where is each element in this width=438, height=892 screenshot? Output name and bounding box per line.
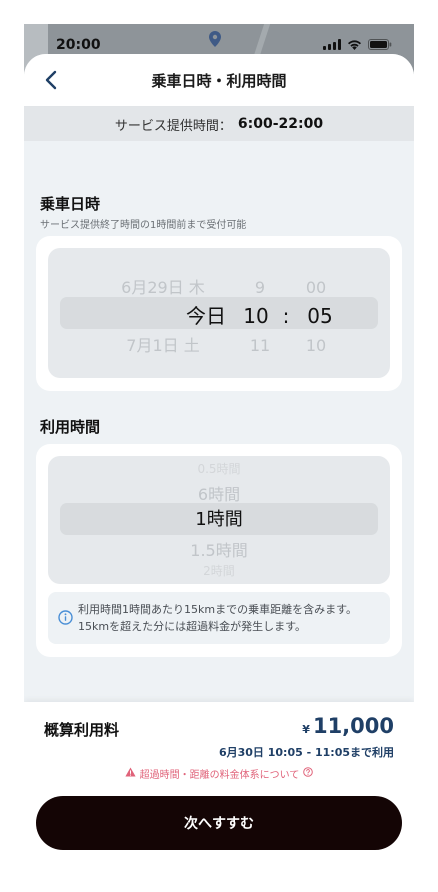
location-pin-icon: [209, 31, 221, 51]
picker-hour-selected: 10: [243, 304, 269, 328]
wifi-icon: [347, 39, 362, 50]
modal-sheet: 乗車日時・利用時間 サービス提供時間： 6:00-22:00 乗車日時 サービス…: [24, 54, 414, 868]
picker-option-selected[interactable]: 1時間: [48, 505, 390, 531]
picker-date: 7月1日 土: [126, 336, 200, 355]
picker-option[interactable]: 6時間: [48, 481, 390, 505]
battery-icon: [368, 39, 392, 50]
ride-datetime-subtitle: サービス提供終了時間の1時間前まで受付可能: [40, 220, 247, 231]
picker-separator: :: [282, 304, 290, 328]
notice-line: 利用時間1時間あたり15kmまでの乗車距離を含みます。: [78, 603, 357, 616]
picker-date: 6月29日 木: [121, 278, 205, 297]
estimate-price: ¥ 11,000: [302, 714, 394, 738]
picker-row-above[interactable]: 6月29日 木 9 00: [48, 274, 390, 298]
usage-time-picker[interactable]: 0.5時間 6時間 1時間 1.5時間 2時間: [48, 456, 390, 584]
currency-symbol: ¥: [302, 723, 310, 736]
usage-time-title: 利用時間: [40, 418, 101, 436]
picker-minute: 00: [305, 278, 327, 297]
notice-line: 15kmを超えた分には超過料金が発生します。: [78, 620, 306, 633]
picker-minute-selected: 05: [307, 304, 333, 328]
picker-row-selected[interactable]: 今日 10:05: [48, 300, 390, 329]
warning-icon: [125, 767, 136, 780]
usage-time-card: 0.5時間 6時間 1時間 1.5時間 2時間 利用時間1時間あたり15kmまで…: [36, 444, 402, 657]
usage-notice: 利用時間1時間あたり15kmまでの乗車距離を含みます。 15kmを超えた分には超…: [48, 592, 390, 644]
estimate-label: 概算利用料: [44, 721, 120, 739]
ride-datetime-title: 乗車日時: [40, 195, 101, 213]
signal-icon: [323, 39, 341, 50]
next-button[interactable]: 次へすすむ: [36, 796, 402, 850]
datetime-picker[interactable]: 6月29日 木 9 00 今日 10:05 7月1日 土 11 10: [48, 248, 390, 378]
price-value: 11,000: [312, 714, 394, 738]
status-time: 20:00: [56, 37, 101, 53]
ride-datetime-card: 6月29日 木 9 00 今日 10:05 7月1日 土 11 10: [36, 236, 402, 391]
picker-option[interactable]: 1.5時間: [48, 537, 390, 561]
status-icons: [323, 39, 392, 50]
phone-screen: 20:00 乗車日時・利用時間 サービス提供時間： 6:00-22:00 乗車日: [24, 24, 414, 868]
notice-text: 利用時間1時間あたり15kmまでの乗車距離を含みます。 15kmを超えた分には超…: [78, 601, 357, 635]
help-icon: [303, 767, 314, 780]
nav-bar: 乗車日時・利用時間: [24, 54, 414, 107]
picker-hour: 9: [254, 278, 266, 297]
service-hours-value: 6:00-22:00: [237, 116, 324, 132]
picker-minute: 10: [305, 336, 327, 355]
estimate-panel: 概算利用料 ¥ 11,000 6月30日 10:05 - 11:05まで利用 超…: [24, 702, 414, 868]
picker-option[interactable]: 0.5時間: [48, 460, 390, 477]
page-title: 乗車日時・利用時間: [151, 72, 287, 90]
picker-option[interactable]: 2時間: [48, 562, 390, 579]
estimate-period: 6月30日 10:05 - 11:05まで利用: [218, 746, 394, 759]
service-hours-banner: サービス提供時間： 6:00-22:00: [24, 107, 414, 141]
picker-date-selected: 今日: [186, 304, 226, 328]
overtime-fee-link-text: 超過時間・距離の料金体系について: [139, 770, 300, 781]
overtime-fee-link[interactable]: 超過時間・距離の料金体系について: [24, 766, 414, 781]
info-icon: [58, 610, 73, 629]
picker-row-below[interactable]: 7月1日 土 11 10: [48, 332, 390, 356]
service-hours-label: サービス提供時間：: [114, 118, 232, 134]
picker-hour: 11: [249, 336, 271, 355]
